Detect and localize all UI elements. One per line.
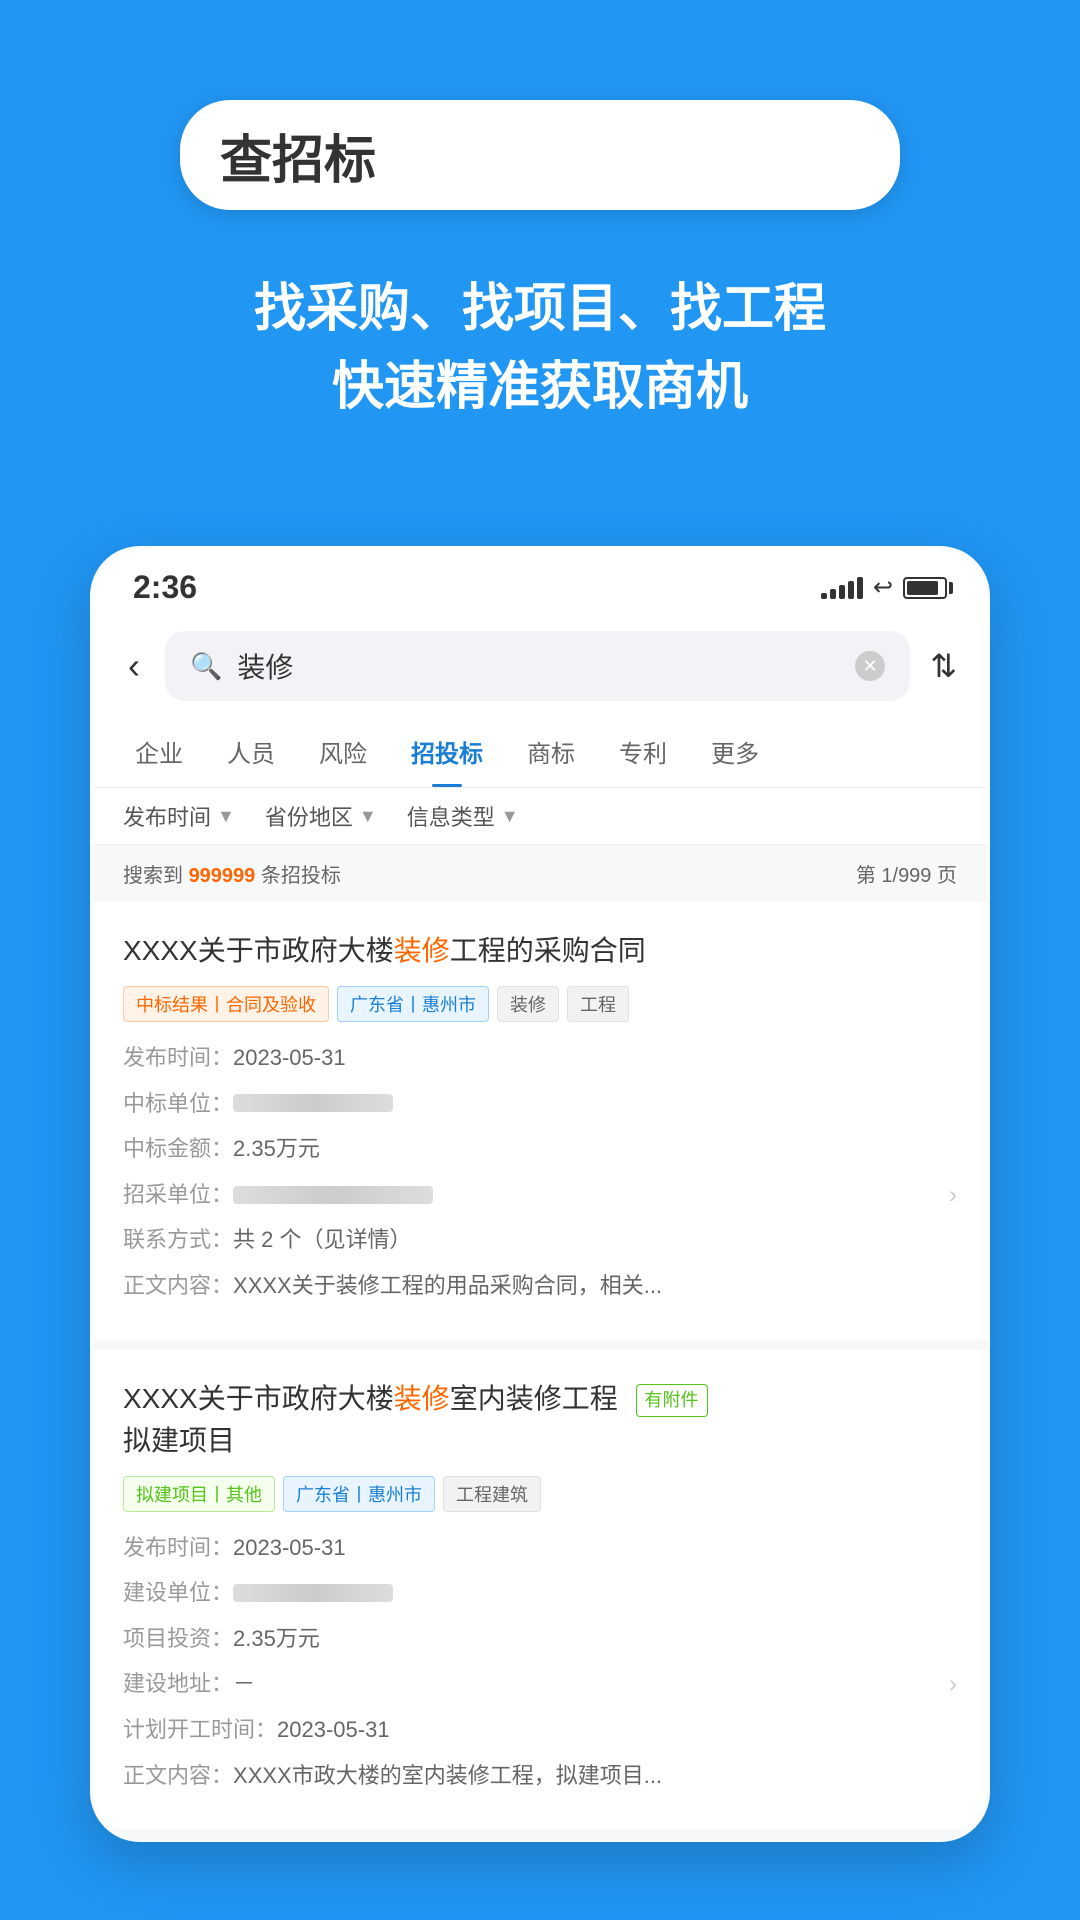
filter-publish-time-arrow: ▼ [217, 806, 235, 827]
filter-info-type-label: 信息类型 [407, 800, 495, 832]
card-1-amount-row: 中标金额： 2.35万元 [123, 1129, 957, 1169]
card-2-start-date-row: 计划开工时间： 2023-05-31 [123, 1710, 957, 1750]
filter-region[interactable]: 省份地区 ▼ [265, 800, 377, 832]
card-2-investment-value: 2.35万元 [233, 1619, 320, 1659]
card-1-winner-row: 中标单位： [123, 1084, 957, 1124]
card-2-address-label: 建设地址： [123, 1664, 233, 1704]
tab-enterprise[interactable]: 企业 [113, 716, 205, 787]
filter-info-type-arrow: ▼ [501, 806, 519, 827]
tag-proposed-project: 拟建项目丨其他 [123, 1476, 275, 1512]
card-1-contact-value: 共 2 个（见详情） [233, 1220, 411, 1260]
main-search-bar[interactable]: 查一下 [180, 100, 900, 210]
card-2-builder-row: 建设单位： [123, 1573, 957, 1613]
tag-engineering: 工程 [567, 986, 629, 1022]
card-1-title: XXXX关于市政府大楼装修工程的采购合同 [123, 930, 957, 972]
phone-status-bar: 2:36 ↩ [93, 549, 987, 616]
phone-mockup-container: 2:36 ↩ ‹ 🔍 装修 ✕ [0, 546, 1080, 1842]
card-1-amount-label: 中标金额： [123, 1129, 233, 1169]
card-1-tags: 中标结果丨合同及验收 广东省丨惠州市 装修 工程 [123, 986, 957, 1022]
card-1-buyer-row: 招采单位： › [123, 1175, 957, 1215]
card-2-content-value: XXXX市政大楼的室内装修工程，拟建项目... [233, 1756, 662, 1796]
card-2-start-date-label: 计划开工时间： [123, 1710, 277, 1750]
card-2-investment-label: 项目投资： [123, 1619, 233, 1659]
search-icon: 🔍 [190, 651, 222, 682]
result-card-1[interactable]: XXXX关于市政府大楼装修工程的采购合同 中标结果丨合同及验收 广东省丨惠州市 … [93, 902, 987, 1350]
card-2-content-label: 正文内容： [123, 1756, 233, 1796]
card-2-builder-value [233, 1584, 393, 1602]
card-1-publish-date-row: 发布时间： 2023-05-31 [123, 1038, 957, 1078]
hero-section: 查一下 找采购、找项目、找工程 快速精准获取商机 [0, 0, 1080, 486]
tab-trademark[interactable]: 商标 [505, 716, 597, 787]
tag-region-guangdong: 广东省丨惠州市 [337, 986, 489, 1022]
phone-search-area: ‹ 🔍 装修 ✕ ⇅ [93, 616, 987, 716]
status-time: 2:36 [133, 569, 197, 606]
sort-filter-icon[interactable]: ⇅ [930, 647, 957, 685]
card-2-content-row: 正文内容： XXXX市政大楼的室内装修工程，拟建项目... [123, 1756, 957, 1796]
card-2-title: XXXX关于市政府大楼装修室内装修工程 有附件 拟建项目 [123, 1378, 957, 1462]
card-1-contact-row: 联系方式： 共 2 个（见详情） [123, 1220, 957, 1260]
filter-publish-time[interactable]: 发布时间 ▼ [123, 800, 235, 832]
card-1-amount-value: 2.35万元 [233, 1129, 320, 1169]
tagline: 找采购、找项目、找工程 快速精准获取商机 [254, 270, 826, 426]
filter-region-label: 省份地区 [265, 800, 353, 832]
tab-personnel[interactable]: 人员 [205, 716, 297, 787]
card-1-winner-label: 中标单位： [123, 1084, 233, 1124]
filter-bar: 发布时间 ▼ 省份地区 ▼ 信息类型 ▼ [93, 788, 987, 845]
card-1-contact-label: 联系方式： [123, 1220, 233, 1260]
wifi-icon: ↩ [873, 573, 893, 602]
card-2-publish-date-row: 发布时间： 2023-05-31 [123, 1528, 957, 1568]
card-2-address-row: 建设地址： － › [123, 1664, 957, 1704]
back-button[interactable]: ‹ [123, 640, 145, 692]
clear-search-button[interactable]: ✕ [855, 651, 885, 681]
signal-icon [821, 577, 863, 599]
tab-risk[interactable]: 风险 [297, 716, 389, 787]
phone-search-input[interactable]: 🔍 装修 ✕ [165, 631, 910, 701]
phone-mockup: 2:36 ↩ ‹ 🔍 装修 ✕ [90, 546, 990, 1842]
main-search-input[interactable] [180, 125, 900, 185]
tag-bid-result: 中标结果丨合同及验收 [123, 986, 329, 1022]
card-1-highlight: 装修 [394, 935, 450, 966]
tag-construction: 工程建筑 [443, 1476, 541, 1512]
card-1-publish-date-label: 发布时间： [123, 1038, 233, 1078]
card-1-details: 发布时间： 2023-05-31 中标单位： 中标金额： 2.35万元 招采单位… [123, 1038, 957, 1306]
battery-icon [903, 577, 947, 599]
card-2-details: 发布时间： 2023-05-31 建设单位： 项目投资： 2.35万元 建设地址… [123, 1528, 957, 1796]
status-icons: ↩ [821, 573, 947, 602]
card-2-tags: 拟建项目丨其他 广东省丨惠州市 工程建筑 [123, 1476, 957, 1512]
card-2-investment-row: 项目投资： 2.35万元 [123, 1619, 957, 1659]
card-2-address-value: － [233, 1664, 255, 1704]
results-number: 999999 [189, 865, 256, 887]
card-2-publish-date-label: 发布时间： [123, 1528, 233, 1568]
card-1-buyer-label: 招采单位： [123, 1175, 233, 1215]
attachment-badge: 有附件 [636, 1384, 708, 1417]
category-tabs: 企业 人员 风险 招投标 商标 专利 更多 [93, 716, 987, 788]
results-header: 搜索到 999999 条招投标 第 1/999 页 [93, 845, 987, 902]
tab-bidding[interactable]: 招投标 [389, 716, 505, 787]
card-2-chevron-icon: › [949, 1663, 957, 1706]
tag-region-guangdong-2: 广东省丨惠州市 [283, 1476, 435, 1512]
search-query-text: 装修 [237, 646, 840, 686]
card-2-highlight: 装修 [394, 1383, 450, 1414]
card-1-winner-value [233, 1094, 393, 1112]
card-2-builder-label: 建设单位： [123, 1573, 233, 1613]
card-1-chevron-icon: › [949, 1173, 957, 1216]
card-1-content-label: 正文内容： [123, 1266, 233, 1306]
card-2-publish-date-value: 2023-05-31 [233, 1528, 346, 1568]
card-1-content-row: 正文内容： XXXX关于装修工程的用品采购合同，相关... [123, 1266, 957, 1306]
card-2-start-date-value: 2023-05-31 [277, 1710, 390, 1750]
tab-patent[interactable]: 专利 [597, 716, 689, 787]
filter-region-arrow: ▼ [359, 806, 377, 827]
tag-decoration: 装修 [497, 986, 559, 1022]
tab-more[interactable]: 更多 [689, 716, 781, 787]
results-page: 第 1/999 页 [856, 859, 957, 888]
filter-info-type[interactable]: 信息类型 ▼ [407, 800, 519, 832]
result-card-2[interactable]: XXXX关于市政府大楼装修室内装修工程 有附件 拟建项目 拟建项目丨其他 广东省… [93, 1350, 987, 1840]
card-1-buyer-value [233, 1186, 433, 1204]
results-count: 搜索到 999999 条招投标 [123, 859, 341, 888]
filter-publish-time-label: 发布时间 [123, 800, 211, 832]
card-1-publish-date-value: 2023-05-31 [233, 1038, 346, 1078]
card-1-content-value: XXXX关于装修工程的用品采购合同，相关... [233, 1266, 662, 1306]
